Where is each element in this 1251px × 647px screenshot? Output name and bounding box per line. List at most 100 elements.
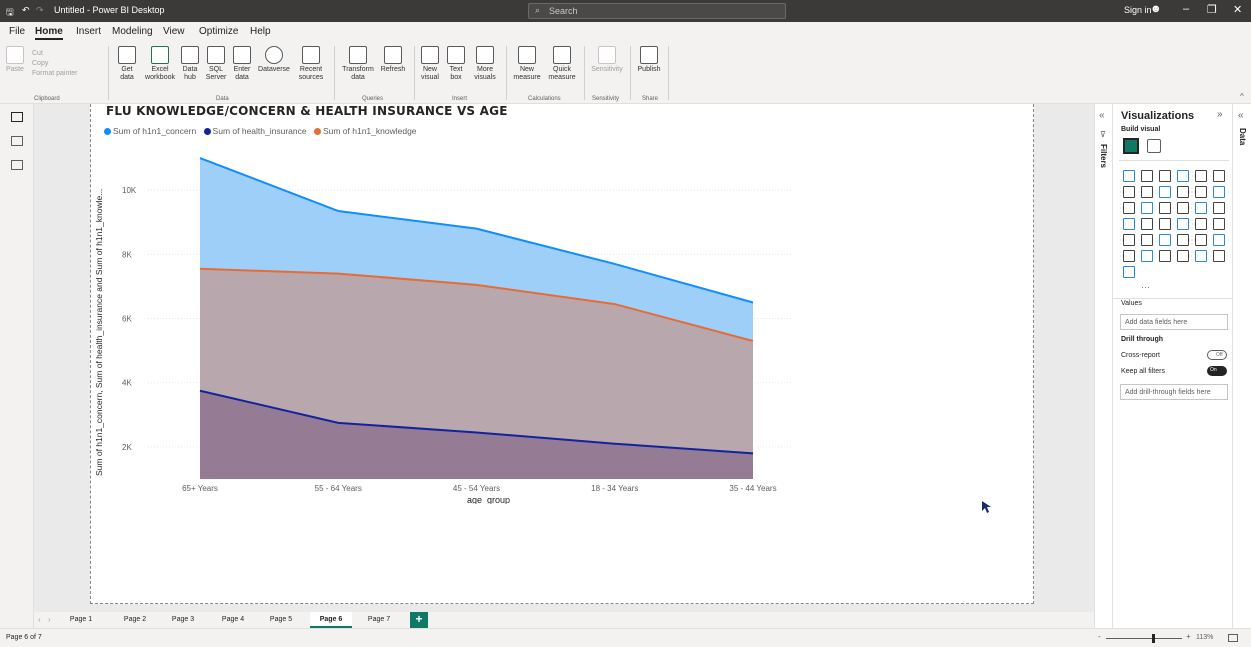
visual-type-icon[interactable] — [1213, 170, 1225, 182]
get-data-button[interactable]: Get data — [112, 44, 142, 82]
visual-type-icon[interactable] — [1213, 186, 1225, 198]
filters-pane[interactable]: « ⊽ Filters — [1094, 104, 1112, 628]
zoom-in-icon[interactable]: + — [1186, 632, 1191, 641]
visual-type-icon[interactable] — [1195, 250, 1207, 262]
visual-type-icon[interactable] — [1213, 202, 1225, 214]
more-visuals-button[interactable]: More visuals — [470, 44, 500, 82]
visual-type-icon[interactable] — [1177, 170, 1189, 182]
visual-type-icon[interactable] — [1159, 186, 1171, 198]
tab-page-3[interactable]: Page 3 — [164, 612, 202, 628]
sensitivity-button[interactable]: Sensitivity — [588, 44, 626, 74]
more-visuals-icon[interactable]: ··· — [1141, 282, 1150, 292]
new-measure-button[interactable]: New measure — [510, 44, 544, 82]
data-pane[interactable]: « Data — [1232, 104, 1251, 628]
new-visual-button[interactable]: New visual — [418, 44, 442, 82]
zoom-slider-thumb[interactable] — [1152, 634, 1155, 643]
filters-label[interactable]: Filters — [1099, 144, 1108, 168]
zoom-slider[interactable] — [1106, 638, 1182, 639]
visual-type-icon[interactable] — [1213, 234, 1225, 246]
visual-type-icon[interactable] — [1141, 250, 1153, 262]
visual-type-icon[interactable] — [1141, 202, 1153, 214]
report-view-icon[interactable] — [11, 112, 23, 122]
visual-type-icon[interactable] — [1123, 250, 1135, 262]
quick-measure-button[interactable]: Quick measure — [546, 44, 578, 82]
close-icon[interactable]: ✕ — [1233, 3, 1242, 16]
visual-type-icon[interactable] — [1159, 234, 1171, 246]
tab-page-5[interactable]: Page 5 — [262, 612, 300, 628]
visual-type-icon[interactable] — [1159, 170, 1171, 182]
next-page-icon[interactable]: › — [48, 615, 51, 624]
refresh-button[interactable]: Refresh — [378, 44, 408, 74]
visual-type-icon[interactable] — [1195, 234, 1207, 246]
enter-data-button[interactable]: Enter data — [230, 44, 254, 82]
recent-sources-button[interactable]: Recent sources — [294, 44, 328, 82]
visual-type-icon[interactable] — [1177, 218, 1189, 230]
excel-workbook-button[interactable]: Excel workbook — [144, 44, 176, 82]
text-box-button[interactable]: Text box — [444, 44, 468, 82]
menu-file[interactable]: File — [9, 26, 25, 37]
visual-type-icon[interactable] — [1123, 186, 1135, 198]
visual-type-icon[interactable] — [1159, 218, 1171, 230]
menu-optimize[interactable]: Optimize — [199, 26, 238, 37]
visual-type-icon[interactable] — [1123, 266, 1135, 278]
cut-button[interactable]: Cut — [32, 50, 43, 57]
publish-button[interactable]: Publish — [634, 44, 664, 74]
visual-type-icon[interactable] — [1195, 202, 1207, 214]
sql-server-button[interactable]: SQL Server — [204, 44, 228, 82]
tab-page-2[interactable]: Page 2 — [116, 612, 154, 628]
visual-type-icon[interactable] — [1141, 218, 1153, 230]
values-drop-zone[interactable]: Add data fields here — [1120, 314, 1228, 330]
menu-insert[interactable]: Insert — [76, 26, 101, 37]
table-view-icon[interactable] — [11, 136, 23, 146]
visual-type-icon[interactable] — [1123, 170, 1135, 182]
menu-modeling[interactable]: Modeling — [112, 26, 153, 37]
undo-icon[interactable]: ↶ — [22, 5, 30, 16]
add-page-button[interactable]: + — [410, 612, 428, 628]
visual-type-icon[interactable] — [1177, 250, 1189, 262]
visual-type-icon[interactable] — [1195, 218, 1207, 230]
visual-type-icon[interactable] — [1177, 234, 1189, 246]
visual-type-icon[interactable] — [1159, 202, 1171, 214]
prev-page-icon[interactable]: ‹ — [38, 615, 41, 624]
tab-page-6[interactable]: Page 6 — [310, 612, 352, 628]
visual-type-icon[interactable] — [1123, 234, 1135, 246]
menu-help[interactable]: Help — [250, 26, 271, 37]
data-hub-button[interactable]: Data hub — [178, 44, 202, 82]
redo-icon[interactable]: ↷ — [36, 5, 44, 16]
tab-page-1[interactable]: Page 1 — [62, 612, 100, 628]
transform-data-button[interactable]: Transform data — [338, 44, 378, 82]
format-painter-button[interactable]: Format painter — [32, 70, 78, 77]
visual-type-icon[interactable] — [1141, 186, 1153, 198]
visual-type-icon[interactable] — [1159, 250, 1171, 262]
menu-view[interactable]: View — [163, 26, 185, 37]
restore-icon[interactable]: ❐ — [1207, 3, 1217, 16]
visual-type-icon[interactable] — [1213, 218, 1225, 230]
minimize-icon[interactable]: – — [1183, 3, 1189, 15]
zoom-out-icon[interactable]: - — [1098, 632, 1101, 641]
copy-button[interactable]: Copy — [32, 60, 48, 67]
cross-report-toggle[interactable]: Off — [1207, 350, 1227, 360]
account-icon[interactable]: ☻ — [1150, 3, 1162, 15]
visual-type-icon[interactable] — [1213, 250, 1225, 262]
drill-through-drop-zone[interactable]: Add drill-through fields here — [1120, 384, 1228, 400]
data-label[interactable]: Data — [1238, 128, 1247, 145]
collapse-data-icon[interactable]: « — [1238, 110, 1244, 121]
build-visual-icon[interactable] — [1123, 138, 1139, 154]
dataverse-button[interactable]: Dataverse — [256, 44, 292, 74]
menu-home[interactable]: Home — [35, 26, 63, 40]
visual-type-icon[interactable] — [1141, 234, 1153, 246]
keep-all-filters-toggle[interactable]: On — [1207, 366, 1227, 376]
visual-type-icon[interactable] — [1141, 170, 1153, 182]
format-visual-icon[interactable] — [1147, 139, 1161, 153]
visual-type-icon[interactable] — [1123, 218, 1135, 230]
save-icon[interactable]: 🖫 — [6, 5, 14, 21]
collapse-filters-icon[interactable]: « — [1099, 110, 1105, 121]
fit-to-page-icon[interactable] — [1228, 634, 1238, 642]
expand-pane-icon[interactable]: » — [1217, 109, 1223, 120]
visual-type-icon[interactable] — [1195, 186, 1207, 198]
tab-page-4[interactable]: Page 4 — [214, 612, 252, 628]
collapse-ribbon-icon[interactable]: ^ — [1240, 92, 1244, 101]
visual-type-icon[interactable] — [1177, 202, 1189, 214]
tab-page-7[interactable]: Page 7 — [360, 612, 398, 628]
visual-type-icon[interactable] — [1177, 186, 1189, 198]
